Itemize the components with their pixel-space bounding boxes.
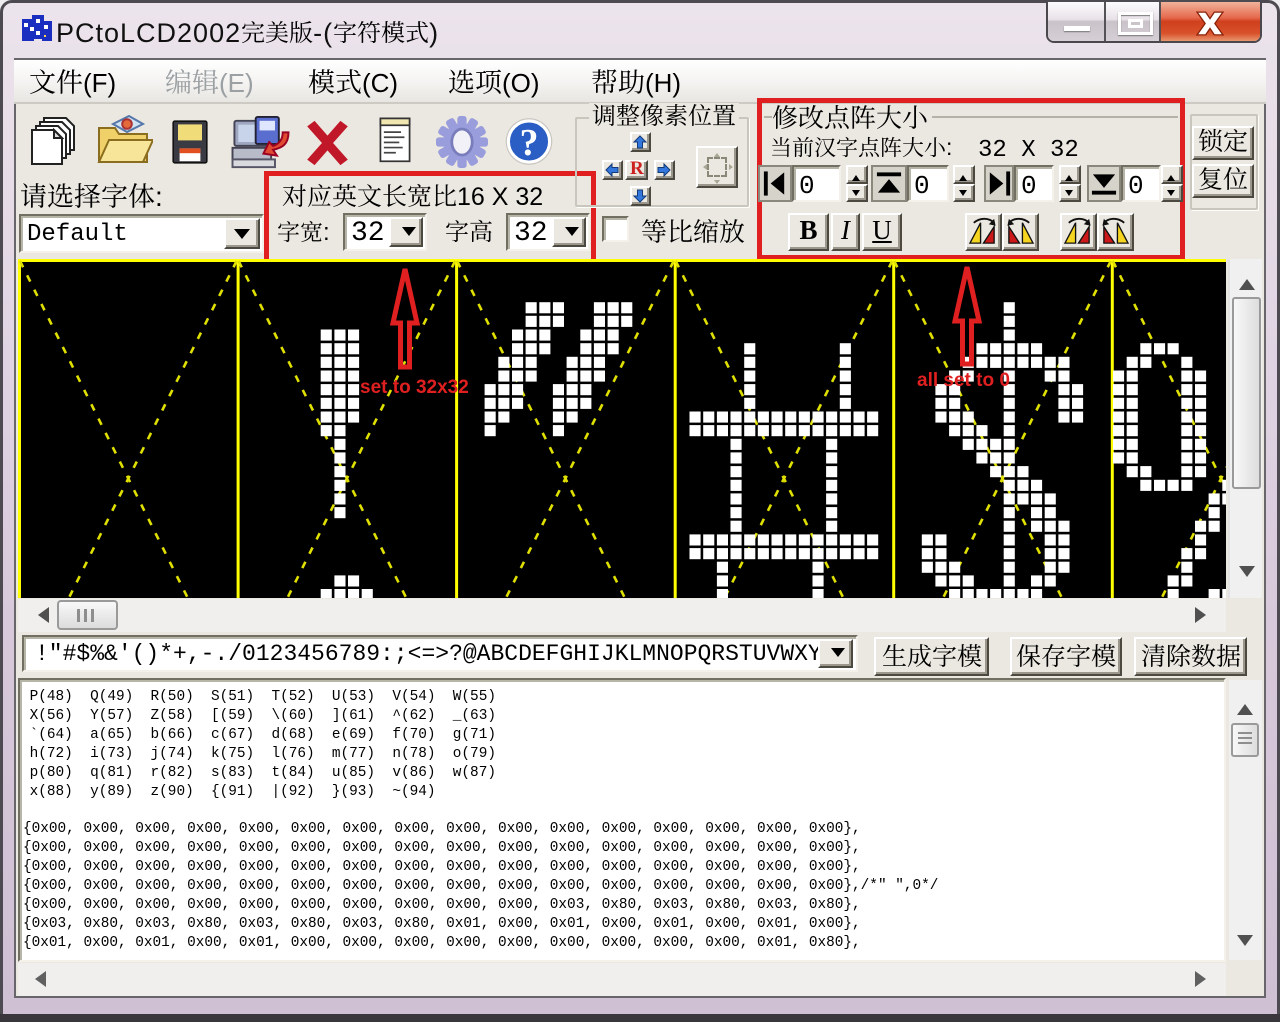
- svg-text:all set to 0: all set to 0: [917, 370, 1010, 391]
- svg-text:?: ?: [520, 122, 539, 164]
- svg-text:set to 32x32: set to 32x32: [360, 377, 469, 398]
